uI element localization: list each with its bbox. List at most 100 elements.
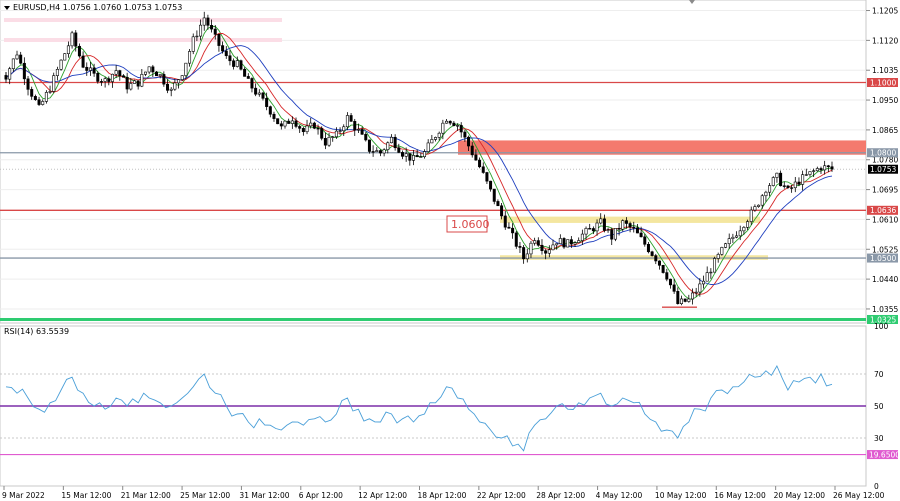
candle-body <box>367 139 371 152</box>
rsi-tick-label: 70 <box>874 370 884 379</box>
candle-body <box>812 170 816 172</box>
candle-body <box>694 291 698 294</box>
candle-body <box>283 120 287 127</box>
candle-body <box>702 280 706 285</box>
candle-body <box>158 74 162 77</box>
candle-body <box>309 122 313 127</box>
annotation-text: 1.0600 <box>451 218 490 231</box>
candle-body <box>206 17 210 26</box>
candle-body <box>753 206 757 211</box>
candle-body <box>85 66 89 71</box>
candle-body <box>393 136 397 149</box>
candle-body <box>522 247 526 260</box>
candle-body <box>426 142 430 152</box>
candle-body <box>760 195 764 206</box>
candle-body <box>698 283 702 293</box>
candle-body <box>316 127 320 130</box>
candle-body <box>279 123 283 127</box>
level-tag-label: 1.0500 <box>870 254 896 263</box>
candle-body <box>11 58 15 69</box>
candle-body <box>88 67 92 71</box>
candle-body <box>147 66 151 73</box>
candle-body <box>140 74 144 87</box>
candle-body <box>360 129 364 135</box>
price-tick-label: 1.0865 <box>872 126 898 135</box>
rsi-tick-label: 100 <box>874 322 889 331</box>
candle-body <box>371 151 375 153</box>
candle-body <box>749 209 753 222</box>
candle-body <box>430 139 434 144</box>
candle-body <box>151 66 155 73</box>
candle-body <box>624 220 628 224</box>
candle-body <box>738 230 742 237</box>
candle-body <box>301 128 305 133</box>
candle-body <box>500 205 504 217</box>
candle-body <box>478 159 482 168</box>
candle-body <box>52 75 56 92</box>
candle-body <box>342 126 346 132</box>
candle-body <box>639 232 643 238</box>
candle-body <box>375 150 379 153</box>
candle-body <box>265 98 269 107</box>
candle-body <box>323 138 327 146</box>
candle-body <box>386 142 390 151</box>
candle-body <box>456 125 460 127</box>
candle-body <box>382 149 386 154</box>
candle-body <box>327 137 331 146</box>
candle-body <box>389 136 393 144</box>
candle-body <box>155 71 159 77</box>
level-tag-label: 1.1000 <box>870 78 896 87</box>
candle-body <box>746 221 750 228</box>
candle-body <box>195 35 199 38</box>
candle-body <box>110 73 114 82</box>
candle-body <box>441 122 445 134</box>
candle-body <box>26 78 30 90</box>
candle-body <box>415 155 419 158</box>
candle-body <box>826 165 830 168</box>
candle-body <box>114 70 118 75</box>
candle-body <box>132 80 136 84</box>
candle-body <box>474 154 478 161</box>
candle-body <box>434 137 438 140</box>
time-tick-label: 16 May 12:00 <box>714 491 766 500</box>
candle-body <box>162 74 166 85</box>
time-tick-label: 4 May 12:00 <box>596 491 643 500</box>
candle-body <box>136 80 140 87</box>
candle-body <box>19 54 23 64</box>
candle-body <box>276 118 280 125</box>
candle-body <box>481 166 485 173</box>
price-tick-label: 1.0610 <box>872 215 898 224</box>
candle-body <box>400 152 404 157</box>
candle-body <box>411 155 415 161</box>
candle-body <box>797 181 801 185</box>
candle-body <box>551 244 555 251</box>
time-tick-label: 31 Mar 12:00 <box>239 491 289 500</box>
candle-body <box>99 81 103 83</box>
candle-body <box>646 243 650 253</box>
candle-body <box>668 278 672 286</box>
price-panel <box>0 0 867 324</box>
price-tick-label: 1.0950 <box>872 96 898 105</box>
candle-body <box>533 240 537 244</box>
time-tick-label: 26 May 12:00 <box>833 491 885 500</box>
candle-body <box>177 79 181 84</box>
candle-body <box>654 255 658 262</box>
candle-body <box>41 101 45 105</box>
candle-body <box>727 238 731 245</box>
candle-body <box>661 265 665 273</box>
candle-body <box>786 185 790 188</box>
candle-body <box>529 242 533 255</box>
time-tick-label: 25 Mar 12:00 <box>180 491 230 500</box>
candle-body <box>577 240 581 243</box>
price-tick-label: 1.0355 <box>872 305 898 314</box>
candle-body <box>602 218 606 231</box>
level-tags: 1.10001.08001.06361.05001.0325 <box>867 78 898 324</box>
candle-body <box>511 227 515 234</box>
candle-body <box>70 32 74 47</box>
candle-body <box>312 122 316 129</box>
current-price-tag: 1.0753 <box>868 164 898 174</box>
candle-body <box>724 243 728 248</box>
candle-body <box>250 78 254 89</box>
candle-body <box>345 115 349 128</box>
candle-body <box>588 228 592 230</box>
